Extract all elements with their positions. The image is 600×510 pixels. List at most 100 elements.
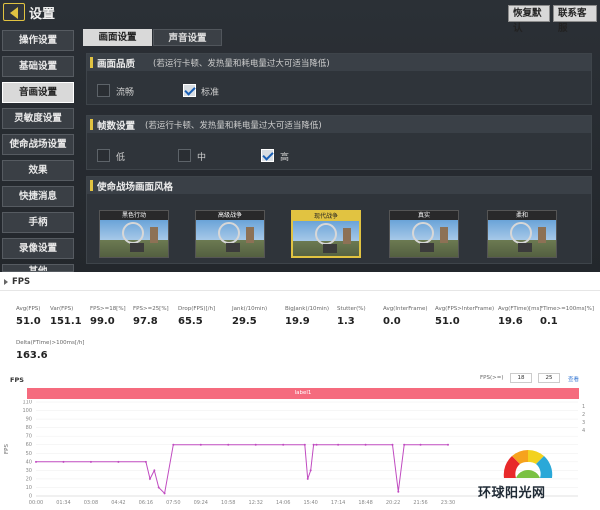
quality-header: 画面品质 (若运行卡顿、发热量和耗电量过大可适当降低) [87, 54, 591, 71]
quality-smooth-checkbox[interactable] [97, 84, 110, 97]
filter-apply-button[interactable]: 查看 [568, 375, 579, 383]
sidebar-item-controls[interactable]: 操作设置 [2, 30, 74, 51]
tower-icon [538, 227, 546, 243]
y-tick-label: 0 [29, 494, 32, 500]
restore-defaults-button[interactable]: 恢复默认 [508, 5, 550, 34]
y-tick-label: 110 [22, 400, 32, 406]
framerate-medium-checkbox[interactable] [178, 149, 191, 162]
metric-label: FTime>=100ms[%] [540, 306, 594, 312]
x-tick-label: 17:14 [331, 500, 345, 506]
x-tick-label: 15:40 [303, 500, 317, 506]
x-tick-label: 09:24 [194, 500, 208, 506]
fps-series-line [36, 444, 448, 495]
x-tick-label: 23:30 [441, 500, 455, 506]
style-card-label: 现代战争 [293, 212, 359, 221]
settings-topbar: 设置 恢复默认 联系客服 [0, 0, 600, 34]
quality-smooth-label: 流畅 [116, 88, 135, 98]
tower-icon [440, 227, 448, 243]
back-button[interactable] [3, 3, 25, 21]
fps-data-point [391, 443, 394, 446]
x-tick-label: 04:42 [111, 500, 125, 506]
x-tick-label: 03:08 [84, 500, 98, 506]
fps-data-point [172, 443, 175, 446]
x-tick-label: 21:56 [413, 500, 427, 506]
framerate-header: 帧数设置 (若运行卡顿、发热量和耗电量过大可适当降低) [87, 116, 591, 133]
contact-support-button[interactable]: 联系客服 [553, 5, 597, 34]
game-settings-panel: 设置 恢复默认 联系客服 操作设置 基础设置 音画设置 灵敏度设置 使命战场设置… [0, 0, 600, 272]
sidebar-item-other[interactable]: 其他 [2, 264, 74, 272]
framerate-medium-label: 中 [197, 153, 207, 163]
ferris-wheel-icon [315, 223, 337, 245]
fps-data-point [148, 477, 151, 480]
fps-data-point [254, 443, 257, 446]
sun-logo-icon [503, 450, 553, 478]
sidebar-item-battlefield[interactable]: 使命战场设置 [2, 134, 74, 155]
y-axis-label: FPS [4, 444, 10, 454]
fps-data-point [35, 460, 37, 463]
quality-section: 画面品质 (若运行卡顿、发热量和耗电量过大可适当降低) 流畅 标准 [86, 53, 592, 105]
style-card-advanced-warfare[interactable]: 高级战争 [195, 210, 265, 258]
tab-display[interactable]: 画面设置 [83, 29, 152, 46]
sidebar-item-audio-video[interactable]: 音画设置 [2, 82, 74, 103]
framerate-high-checkbox[interactable] [261, 149, 274, 162]
framerate-low-checkbox[interactable] [97, 149, 110, 162]
ferris-wheel-icon [122, 222, 144, 244]
x-tick-label: 00:00 [29, 500, 43, 506]
tower-icon [150, 227, 158, 243]
style-card-modern-warfare[interactable]: 现代战争 [291, 210, 361, 258]
fps-threshold-high-input[interactable]: 25 [538, 373, 560, 383]
vehicle-icon [226, 243, 240, 252]
x-tick-label: 20:22 [386, 500, 400, 506]
style-title: 使命战场画面风格 [97, 182, 174, 193]
fps-data-point [447, 443, 449, 446]
chart-title: FPS [10, 376, 24, 384]
perf-header: FPS [0, 274, 600, 291]
x-tick-label: 14:06 [276, 500, 290, 506]
fps-data-point [144, 460, 147, 463]
fps-data-point [312, 443, 315, 446]
quality-standard-checkbox[interactable] [183, 84, 196, 97]
style-card-label: 黑色行动 [100, 211, 168, 220]
sidebar-item-effects[interactable]: 效果 [2, 160, 74, 181]
y-tick-label: 20 [26, 476, 32, 482]
y-tick-label: 100 [22, 408, 32, 414]
ferris-wheel-icon [412, 222, 434, 244]
fps-data-point [303, 443, 306, 446]
fps-data-point [403, 443, 406, 446]
y-tick-label: 80 [26, 425, 32, 431]
x-tick-label: 07:50 [166, 500, 180, 506]
y-tick-label: 10 [26, 485, 32, 491]
sidebar-item-sensitivity[interactable]: 灵敏度设置 [2, 108, 74, 129]
sidebar-item-basic[interactable]: 基础设置 [2, 56, 74, 77]
collapse-arrow-icon[interactable] [3, 278, 9, 286]
sidebar-item-recording[interactable]: 录像设置 [2, 238, 74, 259]
label-bar: label1 [27, 388, 579, 399]
fps-threshold-low-input[interactable]: 18 [510, 373, 532, 383]
metric-delta-ftime: Delta(FTime)>100ms[/h] 163.6 [16, 340, 86, 361]
fps-data-point [117, 460, 120, 463]
style-card-black-ops[interactable]: 黑色行动 [99, 210, 169, 258]
tab-sound[interactable]: 声音设置 [153, 29, 222, 46]
section-accent-bar [90, 180, 93, 191]
x-tick-label: 01:34 [56, 500, 70, 506]
section-accent-bar [90, 57, 93, 68]
sidebar-item-quick-messages[interactable]: 快捷消息 [2, 186, 74, 207]
section-accent-bar [90, 119, 93, 130]
framerate-section: 帧数设置 (若运行卡顿、发热量和耗电量过大可适当降低) 低 中 高 [86, 115, 592, 170]
vehicle-icon [323, 244, 337, 253]
y-tick-label: 60 [26, 442, 32, 448]
metric-value: 163.6 [16, 350, 48, 361]
x-tick-label: 06:16 [139, 500, 153, 506]
tower-icon [246, 227, 254, 243]
sidebar-item-controller[interactable]: 手柄 [2, 212, 74, 233]
x-tick-label: 10:58 [221, 500, 235, 506]
style-card-soft[interactable]: 柔和 [487, 210, 557, 258]
ferris-wheel-icon [218, 222, 240, 244]
fps-data-point [62, 460, 65, 463]
style-header: 使命战场画面风格 [87, 177, 591, 194]
x-tick-label: 12:32 [249, 500, 263, 506]
vehicle-icon [518, 243, 532, 252]
style-card-realistic[interactable]: 真实 [389, 210, 459, 258]
fps-data-point [364, 443, 367, 446]
fps-data-point [315, 443, 318, 446]
